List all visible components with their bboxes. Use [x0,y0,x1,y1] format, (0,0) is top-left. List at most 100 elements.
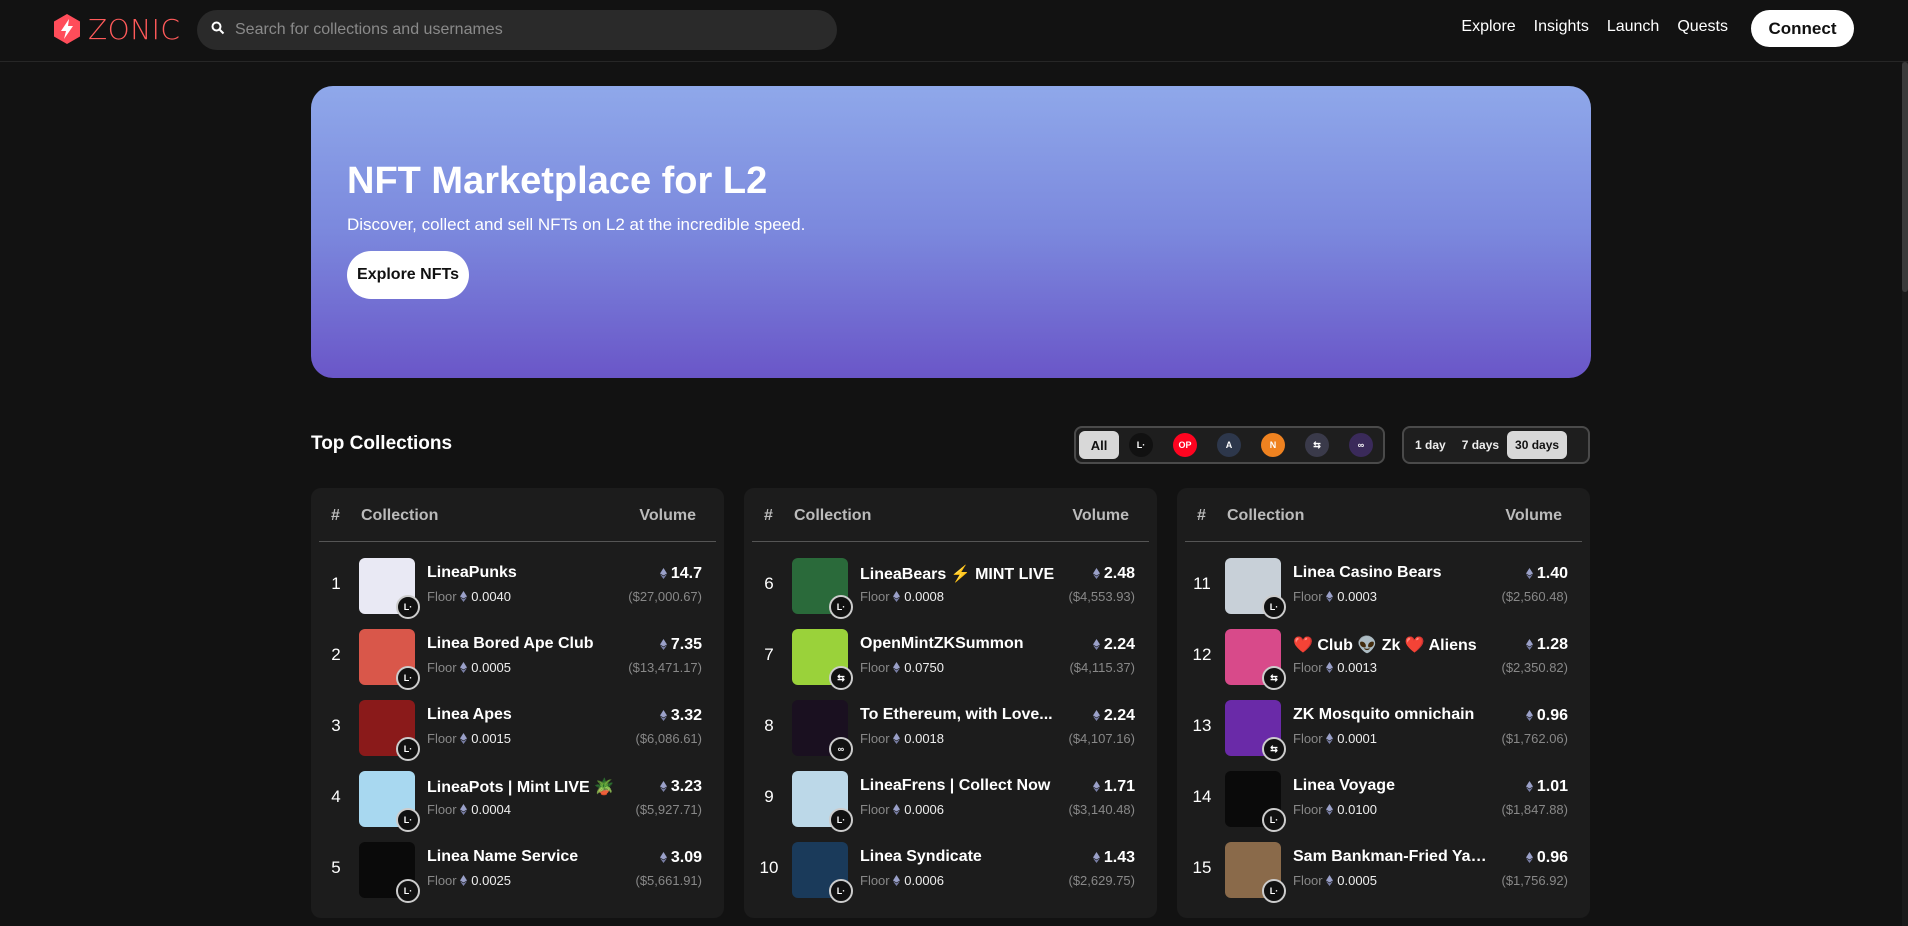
collection-name[interactable]: Sam Bankman-Fried Yacht Club [1293,848,1493,866]
collection-name[interactable]: To Ethereum, with Love... [860,706,1060,724]
chain-linea-icon[interactable]: L· [1129,433,1153,457]
collection-name[interactable]: Linea Apes [427,706,627,724]
collection-row[interactable]: 7 ⇆ OpenMintZKSummon Floor 0.0750 2.24 ($4,11… [744,619,1157,690]
collection-volume-usd: ($5,661.91) [635,873,703,888]
collection-thumbnail[interactable]: ⇆ [792,629,853,690]
collection-row[interactable]: 8 ∞ To Ethereum, with Love... Floor 0.0018 2… [744,690,1157,761]
collection-name[interactable]: Linea Syndicate [860,848,1060,866]
floor-label: Floor [860,731,890,746]
collection-row[interactable]: 6 L· LineaBears ⚡ MINT LIVE Floor 0.0008 2.4… [744,548,1157,619]
chain-filter-all[interactable]: All [1079,431,1119,459]
collection-thumbnail[interactable]: L· [792,842,853,903]
collection-name[interactable]: ZK Mosquito omnichain [1293,706,1493,724]
collection-thumbnail[interactable]: L· [792,558,853,619]
collection-thumbnail[interactable]: L· [359,771,420,832]
collection-floor: Floor 0.0005 [1293,873,1377,888]
collection-row[interactable]: 4 L· LineaPots | Mint LIVE 🪴 Floor 0.0004 3.… [311,761,724,832]
collection-volume: 2.24 [1092,707,1135,725]
collection-name[interactable]: Linea Casino Bears [1293,564,1493,582]
collection-row[interactable]: 1 L· LineaPunks Floor 0.0040 14.7 ($27,000.67… [311,548,724,619]
chain-linea-icon: L· [1262,879,1286,903]
explore-nfts-button[interactable]: Explore NFTs [347,251,469,299]
chain-arbitrum-nova-icon[interactable]: N [1261,433,1285,457]
collection-rank: 8 [764,716,774,735]
collections-table-2: # Collection Volume 6 L· LineaBears ⚡ MINT… [744,488,1157,918]
collection-volume-usd: ($4,115.37) [1069,660,1135,675]
collection-floor: Floor 0.0001 [1293,731,1377,746]
collection-row[interactable]: 5 L· Linea Name Service Floor 0.0025 3.09 ($5… [311,832,724,903]
collection-name[interactable]: ❤️ Club 👽 Zk ❤️ Aliens [1293,635,1493,655]
floor-label: Floor [860,873,890,888]
volume-value: 3.32 [670,707,702,724]
volume-value: 3.09 [670,849,702,866]
hero-banner: NFT Marketplace for L2 Discover, collect… [311,86,1591,378]
header-volume[interactable]: Volume [639,507,696,525]
collection-thumbnail[interactable]: L· [359,842,420,903]
collection-name[interactable]: Linea Name Service [427,848,627,866]
collection-row[interactable]: 11 L· Linea Casino Bears Floor 0.0003 1.40 ($… [1177,548,1590,619]
collection-volume: 2.48 [1092,565,1135,583]
collection-thumbnail[interactable]: L· [359,558,420,619]
collection-thumbnail[interactable]: ⇆ [1225,629,1286,690]
collection-volume-usd: ($5,927.71) [635,802,703,817]
collection-name[interactable]: LineaPots | Mint LIVE 🪴 [427,777,627,797]
collection-name[interactable]: Linea Bored Ape Club [427,635,627,653]
volume-value: 2.24 [1103,707,1135,724]
header-volume[interactable]: Volume [1505,507,1562,525]
collection-row[interactable]: 13 ⇆ ZK Mosquito omnichain Floor 0.0001 0.96… [1177,690,1590,761]
floor-value: 0.0001 [1337,731,1378,746]
collection-row[interactable]: 10 L· Linea Syndicate Floor 0.0006 1.43 ($2,6… [744,832,1157,903]
chain-arbitrum-icon[interactable]: A [1217,433,1241,457]
nav-launch[interactable]: Launch [1607,18,1660,36]
chain-linea-icon: L· [396,879,420,903]
collection-volume: 1.43 [1092,849,1135,867]
collection-row[interactable]: 12 ⇆ ❤️ Club 👽 Zk ❤️ Aliens Floor 0.0013 1.2… [1177,619,1590,690]
collection-name[interactable]: OpenMintZKSummon [860,635,1060,653]
chain-polygon-zkevm-icon[interactable]: ∞ [1349,433,1373,457]
collection-thumbnail[interactable]: L· [1225,558,1286,619]
collections-table-1: # Collection Volume 1 L· LineaPunks Floor 0… [311,488,724,918]
floor-value: 0.0018 [904,731,945,746]
time-filter-1-day[interactable]: 1 day [1407,431,1454,459]
collection-row[interactable]: 15 L· Sam Bankman-Fried Yacht Club Floor 0.… [1177,832,1590,903]
collection-rank: 4 [331,787,341,806]
collection-name[interactable]: LineaFrens | Collect Now [860,777,1060,795]
collection-row[interactable]: 9 L· LineaFrens | Collect Now Floor 0.0006 1… [744,761,1157,832]
collection-volume-usd: ($4,553.93) [1068,589,1136,604]
floor-label: Floor [1293,660,1323,675]
collection-thumbnail[interactable]: ⇆ [1225,700,1286,761]
collection-name[interactable]: LineaBears ⚡ MINT LIVE [860,564,1060,584]
scrollbar-thumb[interactable] [1902,62,1908,292]
collection-thumbnail[interactable]: L· [359,700,420,761]
floor-value: 0.0100 [1337,802,1378,817]
collection-thumbnail[interactable]: ∞ [792,700,853,761]
chain-filter: All L· OP A N ⇆ ∞ [1074,426,1385,464]
nav-insights[interactable]: Insights [1534,18,1589,36]
collection-thumbnail[interactable]: L· [1225,842,1286,903]
header-rank: # [764,507,773,524]
collection-volume-usd: ($13,471.17) [628,660,702,675]
collection-row[interactable]: 3 L· Linea Apes Floor 0.0015 3.32 ($6,086.61) [311,690,724,761]
chain-optimism-icon[interactable]: OP [1173,433,1197,457]
collection-thumbnail[interactable]: L· [359,629,420,690]
search-bar[interactable] [197,10,837,50]
time-filter-7-days[interactable]: 7 days [1454,431,1507,459]
collection-thumbnail[interactable]: L· [792,771,853,832]
header-volume[interactable]: Volume [1072,507,1129,525]
zonic-logo[interactable]: ZONIC [50,12,180,46]
chain-linea-icon: L· [396,595,420,619]
hero-subtitle: Discover, collect and sell NFTs on L2 at… [347,215,806,234]
time-filter-30-days[interactable]: 30 days [1507,431,1568,459]
search-input[interactable] [235,21,795,39]
collection-row[interactable]: 2 L· Linea Bored Ape Club Floor 0.0005 7.35 (… [311,619,724,690]
collection-row[interactable]: 14 L· Linea Voyage Floor 0.0100 1.01 ($1,847.… [1177,761,1590,832]
main-nav: Explore Insights Launch Quests [1461,18,1728,36]
connect-button[interactable]: Connect [1751,10,1854,47]
collection-name[interactable]: Linea Voyage [1293,777,1493,795]
collection-volume: 0.96 [1525,707,1568,725]
nav-quests[interactable]: Quests [1677,18,1728,36]
collection-name[interactable]: LineaPunks [427,564,627,582]
nav-explore[interactable]: Explore [1461,18,1515,36]
chain-zksync-icon[interactable]: ⇆ [1305,433,1329,457]
collection-thumbnail[interactable]: L· [1225,771,1286,832]
